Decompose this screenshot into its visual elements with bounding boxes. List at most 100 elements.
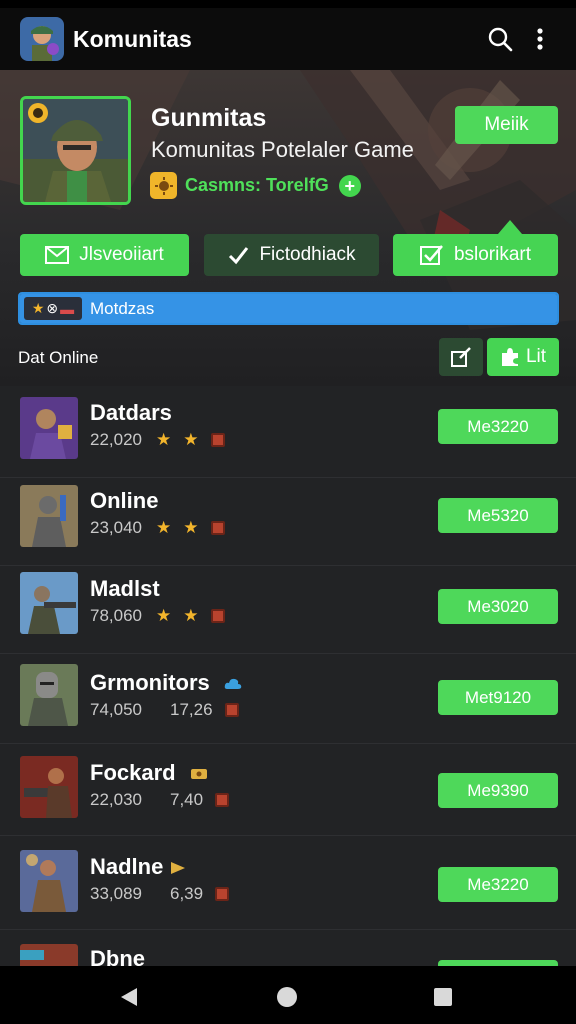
item-count-secondary: 7,40: [170, 790, 204, 809]
item-meta: 22,030 7,40: [90, 790, 230, 810]
system-nav-bar: [0, 966, 576, 1024]
progress-label: Motdzas: [90, 299, 155, 318]
item-button[interactable]: Me3220: [438, 867, 558, 902]
game-stat: Casmns: TorelfG +: [150, 172, 361, 199]
chest-icon: [224, 703, 239, 717]
item-count: 74,050: [90, 700, 142, 719]
list-item[interactable]: Online 23,040 ★ ★ Me5320: [0, 474, 576, 566]
stat-text: Casmns: TorelfG: [185, 175, 329, 195]
section-title: Dat Online: [18, 348, 99, 367]
chest-icon: [210, 521, 225, 535]
item-thumbnail: [20, 485, 78, 547]
item-button[interactable]: Me9390: [438, 773, 558, 808]
list-item[interactable]: Dbne: [0, 930, 576, 966]
list-item[interactable]: Nadlne 33,089 6,39 Me3220: [0, 836, 576, 930]
star-icon: ★: [183, 606, 199, 625]
star-icon: ★: [156, 430, 172, 449]
game-title: Gunmitas: [151, 104, 267, 132]
item-name-text: Nadlne: [90, 854, 164, 879]
game-avatar: [20, 96, 131, 205]
checkbox-icon: [419, 245, 443, 265]
more-vert-icon[interactable]: [520, 19, 560, 59]
cloud-icon: [224, 679, 242, 690]
game-header: Gunmitas Komunitas Potelaler Game Casmns…: [0, 70, 576, 386]
add-icon[interactable]: +: [338, 174, 361, 197]
action-button-feedback[interactable]: Fictodhiack: [204, 234, 379, 276]
item-count: 33,089: [90, 884, 142, 903]
recents-icon[interactable]: [434, 988, 452, 1006]
item-button[interactable]: Me5320: [438, 498, 558, 533]
item-meta: 22,020 ★ ★: [90, 430, 225, 450]
item-name: Datdars: [90, 400, 172, 425]
item-count-secondary: 6,39: [170, 884, 204, 903]
list-label: Lit: [525, 346, 547, 367]
item-meta: 74,050 17,26: [90, 700, 239, 720]
home-icon[interactable]: [277, 987, 297, 1007]
list-item[interactable]: Datdars 22,020 ★ ★ Me3220: [0, 386, 576, 478]
chest-icon: [210, 609, 225, 623]
mail-icon: [45, 246, 70, 264]
list-button[interactable]: Lit: [487, 338, 559, 376]
action-label: Fictodhiack: [259, 244, 356, 265]
chest-icon: [215, 887, 230, 901]
action-button-bookmark[interactable]: bslorikart: [393, 234, 558, 276]
app-bar: Komunitas: [0, 8, 576, 70]
item-name-text: Fockard: [90, 760, 176, 785]
item-button[interactable]: Me3020: [438, 589, 558, 624]
item-thumbnail: [20, 944, 78, 966]
action-label: Jlsveoiiart: [79, 244, 164, 265]
item-button[interactable]: Me3220: [438, 409, 558, 444]
chest-icon: [210, 433, 225, 447]
tooltip-pointer: [498, 220, 522, 234]
item-thumbnail: [20, 756, 78, 818]
flag-icon: ▬: [60, 300, 75, 317]
progress-bar: ★ ⊗ ▬ Motdzas: [18, 292, 559, 325]
star-icon: ★: [183, 430, 199, 449]
edit-icon: [451, 347, 471, 367]
item-thumbnail: [20, 397, 78, 459]
action-button-message[interactable]: Jlsveoiiart: [20, 234, 189, 276]
item-button[interactable]: Met9120: [438, 680, 558, 715]
item-count: 23,040: [90, 518, 142, 537]
search-icon[interactable]: [480, 19, 520, 59]
status-bar: [0, 0, 576, 8]
list-item[interactable]: Madlst 78,060 ★ ★ Me3020: [0, 562, 576, 654]
list-item[interactable]: Fockard 22,030 7,40 Me9390: [0, 742, 576, 836]
ticket-icon: [171, 862, 186, 875]
follow-button[interactable]: Meiik: [455, 106, 558, 144]
check-icon: [229, 247, 249, 265]
item-count: 78,060: [90, 606, 142, 625]
star-icon: ★: [156, 606, 172, 625]
item-thumbnail: [20, 850, 78, 912]
puzzle-icon: [501, 348, 518, 366]
star-icon: ★: [156, 518, 172, 537]
sun-badge-icon: [150, 172, 177, 199]
item-name: Madlst: [90, 576, 160, 601]
star-icon: ★: [31, 300, 45, 316]
item-name-text: Grmonitors: [90, 670, 210, 695]
progress-icons: ★ ⊗ ▬: [24, 297, 82, 320]
item-name: Grmonitors: [90, 670, 242, 696]
game-subtitle: Komunitas Potelaler Game: [151, 137, 414, 162]
item-thumbnail: [20, 664, 78, 726]
list-item[interactable]: Grmonitors 74,050 17,26 Met9120: [0, 650, 576, 744]
item-count-secondary: 17,26: [170, 700, 213, 719]
star-icon: ★: [183, 518, 199, 537]
item-meta: 78,060 ★ ★: [90, 606, 225, 626]
settings-icon: ⊗: [46, 300, 59, 316]
item-meta: 23,040 ★ ★: [90, 518, 225, 538]
item-meta: 33,089 6,39: [90, 884, 230, 904]
edit-button[interactable]: [439, 338, 483, 376]
item-name: Fockard: [90, 760, 208, 786]
action-label: bslorikart: [453, 244, 532, 265]
back-icon[interactable]: [121, 988, 137, 1006]
app-logo: [20, 17, 64, 61]
item-thumbnail: [20, 572, 78, 634]
game-list: Datdars 22,020 ★ ★ Me3220 Online 23,040 …: [0, 386, 576, 966]
item-name: Dbne: [90, 946, 145, 966]
chest-icon: [215, 793, 230, 807]
item-count: 22,020: [90, 430, 142, 449]
item-count: 22,030: [90, 790, 142, 809]
ticket-icon: [190, 769, 207, 780]
item-name: Online: [90, 488, 159, 513]
